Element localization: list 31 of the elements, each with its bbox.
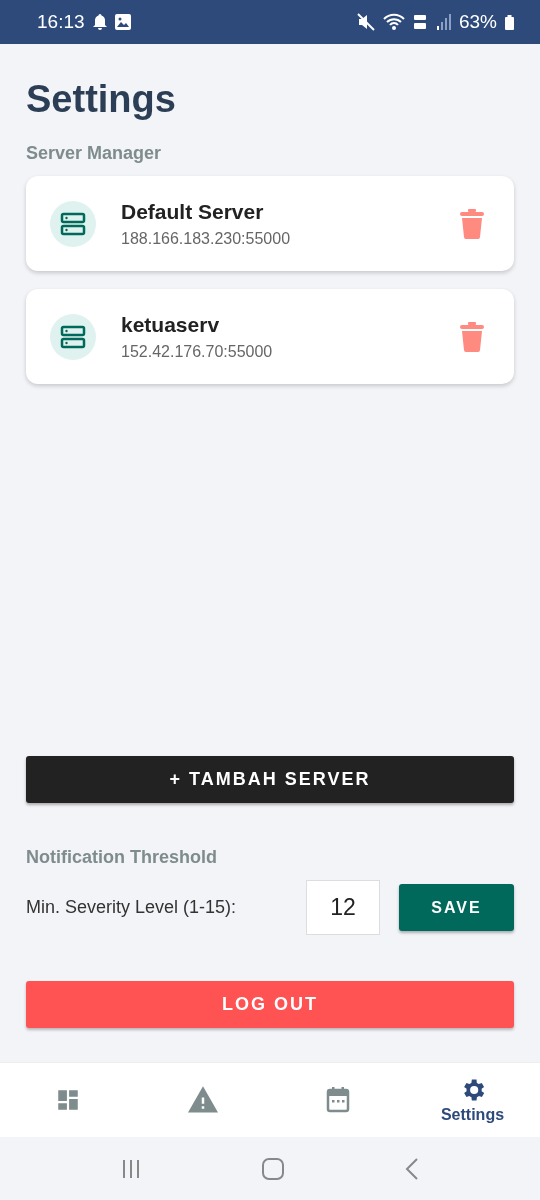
delete-icon[interactable] xyxy=(460,321,484,352)
signal-icon xyxy=(436,14,451,30)
page-title: Settings xyxy=(26,78,176,121)
field-label: Min. Severity Level (1-15): xyxy=(26,897,238,918)
calendar-icon xyxy=(325,1086,350,1114)
add-server-button[interactable]: + TAMBAH SERVER xyxy=(26,756,514,803)
home-icon[interactable] xyxy=(262,1157,284,1180)
section-heading: Notification Threshold xyxy=(26,847,217,868)
nav-tab[interactable]: Settings xyxy=(405,1063,540,1137)
battery-icon xyxy=(505,14,514,30)
bell-icon xyxy=(92,14,107,30)
section-heading: Server Manager xyxy=(26,143,162,164)
back-icon[interactable] xyxy=(405,1157,420,1180)
delete-icon[interactable] xyxy=(460,208,484,239)
battery-percentage: 63% xyxy=(458,11,497,33)
server-icon xyxy=(50,313,96,360)
recent-apps-icon[interactable] xyxy=(120,1158,141,1179)
server-icon xyxy=(50,200,96,247)
server-card[interactable]: Default Server 188.166.183.230:55000 xyxy=(26,176,514,271)
server-address: 152.42.176.70:55000 xyxy=(121,342,273,361)
mute-icon xyxy=(356,13,375,31)
wifi-icon xyxy=(382,13,405,31)
clock: 16:13 xyxy=(37,11,85,33)
warning-icon xyxy=(187,1086,218,1114)
server-name: ketuaserv xyxy=(121,312,220,337)
server-card[interactable]: ketuaserv 152.42.176.70:55000 xyxy=(26,289,514,384)
server-address: 188.166.183.230:55000 xyxy=(121,229,291,248)
server-name: Default Server xyxy=(121,199,264,224)
image-icon xyxy=(114,14,131,30)
severity-input[interactable]: 12 xyxy=(306,880,380,935)
save-button[interactable]: SAVE xyxy=(399,884,514,931)
